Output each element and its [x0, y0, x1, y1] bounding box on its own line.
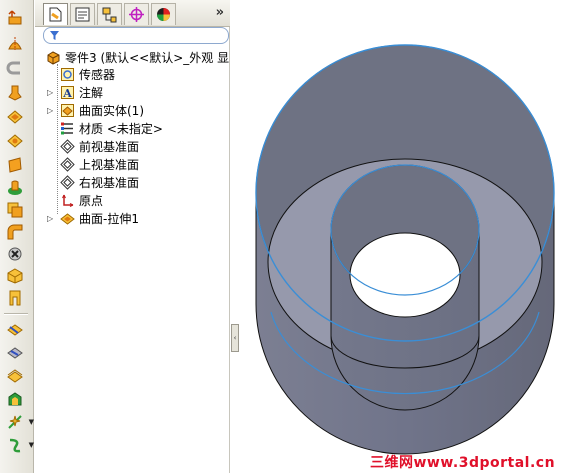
tree-item-top-plane[interactable]: 上视基准面: [59, 155, 139, 173]
annotation-icon: A: [59, 84, 75, 100]
dimxpert-icon: [129, 7, 144, 22]
display-manager-tab[interactable]: [151, 3, 176, 25]
offset-surface-icon[interactable]: [4, 200, 26, 220]
tree-item-label: 上视基准面: [79, 157, 140, 172]
tree-item-part[interactable]: 零件3 (默认<<默认>_外观 显: [45, 48, 229, 66]
part-icon: [45, 49, 61, 65]
expand-arrow-icon[interactable]: ▷: [47, 214, 57, 223]
magnet-icon[interactable]: [4, 58, 26, 78]
tree-item-label: 注解: [79, 85, 104, 100]
boundary-surface-icon[interactable]: [4, 178, 26, 198]
expand-arrow-icon[interactable]: ▷: [47, 106, 57, 115]
tree-filter-input[interactable]: [43, 27, 229, 44]
thicken-icon[interactable]: [4, 366, 26, 386]
planar-surface-icon[interactable]: [4, 155, 26, 175]
configuration-manager-icon: [102, 7, 117, 23]
filter-icon: [50, 31, 59, 40]
property-manager-tab[interactable]: [70, 3, 95, 25]
loft-icon[interactable]: [4, 83, 26, 103]
watermark-text: 三维网www.3dportal.cn: [370, 455, 556, 471]
tree-item-label: 右视基准面: [79, 175, 140, 190]
trim-surface-icon[interactable]: [4, 343, 26, 363]
panel-splitter-handle[interactable]: ‹: [231, 324, 239, 352]
tree-item-label: 前视基准面: [79, 139, 140, 154]
delete-face-icon[interactable]: [4, 244, 26, 264]
graphics-viewport[interactable]: [239, 0, 588, 473]
knit-surface-icon[interactable]: [4, 320, 26, 340]
feature-manager-tab[interactable]: [43, 3, 68, 25]
tree-item-material[interactable]: 材质 <未指定>: [59, 119, 163, 137]
fill-surface-icon[interactable]: [4, 389, 26, 409]
replace-face-icon[interactable]: [4, 266, 26, 286]
svg-text:A: A: [62, 87, 72, 100]
tree-item-front-plane[interactable]: 前视基准面: [59, 137, 139, 155]
extruded-surface-feature-icon: [59, 210, 75, 226]
tree-item-label: 原点: [79, 193, 104, 208]
property-manager-icon: [75, 7, 90, 22]
tree-item-surface-extrude[interactable]: ▷ 曲面-拉伸1: [47, 209, 139, 227]
material-icon: [59, 120, 75, 136]
tree-item-annotations[interactable]: ▷ A 注解: [47, 83, 103, 101]
plane-icon: [59, 174, 75, 190]
revolved-surface-icon[interactable]: [4, 131, 26, 151]
panel-expand-button[interactable]: »: [216, 5, 224, 20]
tree-item-surface-bodies[interactable]: ▷ 曲面实体(1): [47, 101, 144, 119]
feature-manager-panel: » 零件3 (默认<<默认>_外观 显 传感器 ▷ A 注解 ▷ 曲面实体(1)…: [35, 0, 230, 473]
origin-icon: [59, 192, 75, 208]
panel-tab-bar: »: [35, 0, 230, 27]
extruded-surface-icon[interactable]: [4, 107, 26, 127]
tree-item-label: 传感器: [79, 67, 116, 82]
plane-icon: [59, 156, 75, 172]
feature-manager-icon: [49, 7, 62, 22]
untrim-surface-icon[interactable]: [4, 288, 26, 308]
tree-item-origin[interactable]: 原点: [59, 191, 103, 209]
sensor-icon: [59, 66, 75, 82]
tree-item-label: 材质 <未指定>: [79, 121, 163, 136]
expand-arrow-icon[interactable]: ▷: [47, 88, 57, 97]
plane-icon: [59, 138, 75, 154]
tree-item-label: 曲面-拉伸1: [79, 211, 139, 226]
revolved-boss-icon[interactable]: [4, 33, 26, 53]
extruded-boss-icon[interactable]: [4, 8, 26, 28]
fillet-surface-icon[interactable]: [4, 222, 26, 242]
surface-model[interactable]: [239, 0, 588, 473]
curves-icon[interactable]: ▼: [4, 435, 34, 455]
reference-geometry-icon[interactable]: ▼: [4, 412, 34, 432]
surface-body-icon: [59, 102, 75, 118]
tree-item-label: 零件3 (默认<<默认>_外观 显: [65, 50, 230, 65]
display-manager-icon: [157, 8, 170, 21]
configuration-manager-tab[interactable]: [97, 3, 122, 25]
tree-item-label: 曲面实体(1): [79, 103, 144, 118]
tree-item-right-plane[interactable]: 右视基准面: [59, 173, 139, 191]
tree-item-sensors[interactable]: 传感器: [59, 65, 115, 83]
dimxpert-tab[interactable]: [124, 3, 149, 25]
command-toolbar: ▼ ▼: [0, 0, 34, 473]
